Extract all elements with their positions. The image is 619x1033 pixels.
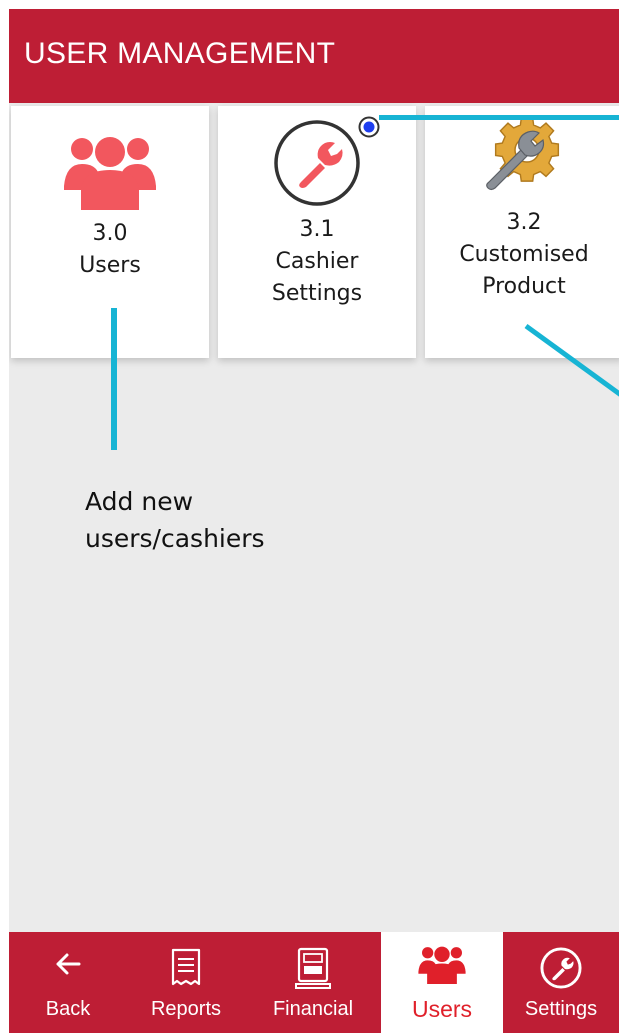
card-label: Users [79, 253, 141, 278]
bottom-nav: Back Reports Financial Users Settings [9, 932, 619, 1033]
users-icon [11, 132, 209, 210]
wrench-icon [503, 946, 619, 990]
users-card[interactable]: 3.0 Users [11, 106, 209, 358]
app-screen: USER MANAGEMENT 3.0 Users 3.1 Cashier Se… [9, 9, 619, 1033]
card-label: Product [482, 274, 566, 299]
users-icon [381, 944, 503, 984]
card-label: Settings [271, 281, 363, 306]
card-label: Cashier [275, 249, 359, 274]
app-header: USER MANAGEMENT [9, 9, 619, 103]
annotation-line [111, 308, 117, 450]
atm-icon [245, 946, 381, 990]
card-number: 3.1 [299, 217, 335, 242]
card-number: 3.2 [506, 210, 542, 235]
nav-item-financial[interactable]: Financial [245, 932, 381, 1033]
wrench-icon [218, 118, 416, 208]
nav-label: Back [45, 998, 91, 1020]
nav-label: Reports [150, 998, 222, 1020]
card-label: Customised [459, 242, 589, 267]
nav-item-users[interactable]: Users [381, 932, 503, 1033]
nav-item-settings[interactable]: Settings [503, 932, 619, 1033]
back-arrow-icon [9, 952, 127, 976]
nav-item-reports[interactable]: Reports [127, 932, 245, 1033]
nav-label: Users [411, 996, 473, 1022]
annotation-text: Add new users/cashiers [85, 487, 265, 553]
page-title: USER MANAGEMENT [24, 37, 336, 70]
annotation-line [379, 115, 619, 120]
card-number: 3.0 [92, 221, 128, 246]
cashier-settings-card[interactable]: 3.1 Cashier Settings [218, 106, 416, 358]
gear-wrench-icon [425, 118, 619, 194]
nav-item-back[interactable]: Back [9, 932, 127, 1033]
nav-label: Settings [524, 998, 598, 1020]
receipt-icon [127, 946, 245, 990]
customised-product-card[interactable]: 3.2 Customised Product [425, 106, 619, 358]
indicator-dot-icon [358, 116, 380, 138]
nav-label: Financial [272, 998, 354, 1020]
